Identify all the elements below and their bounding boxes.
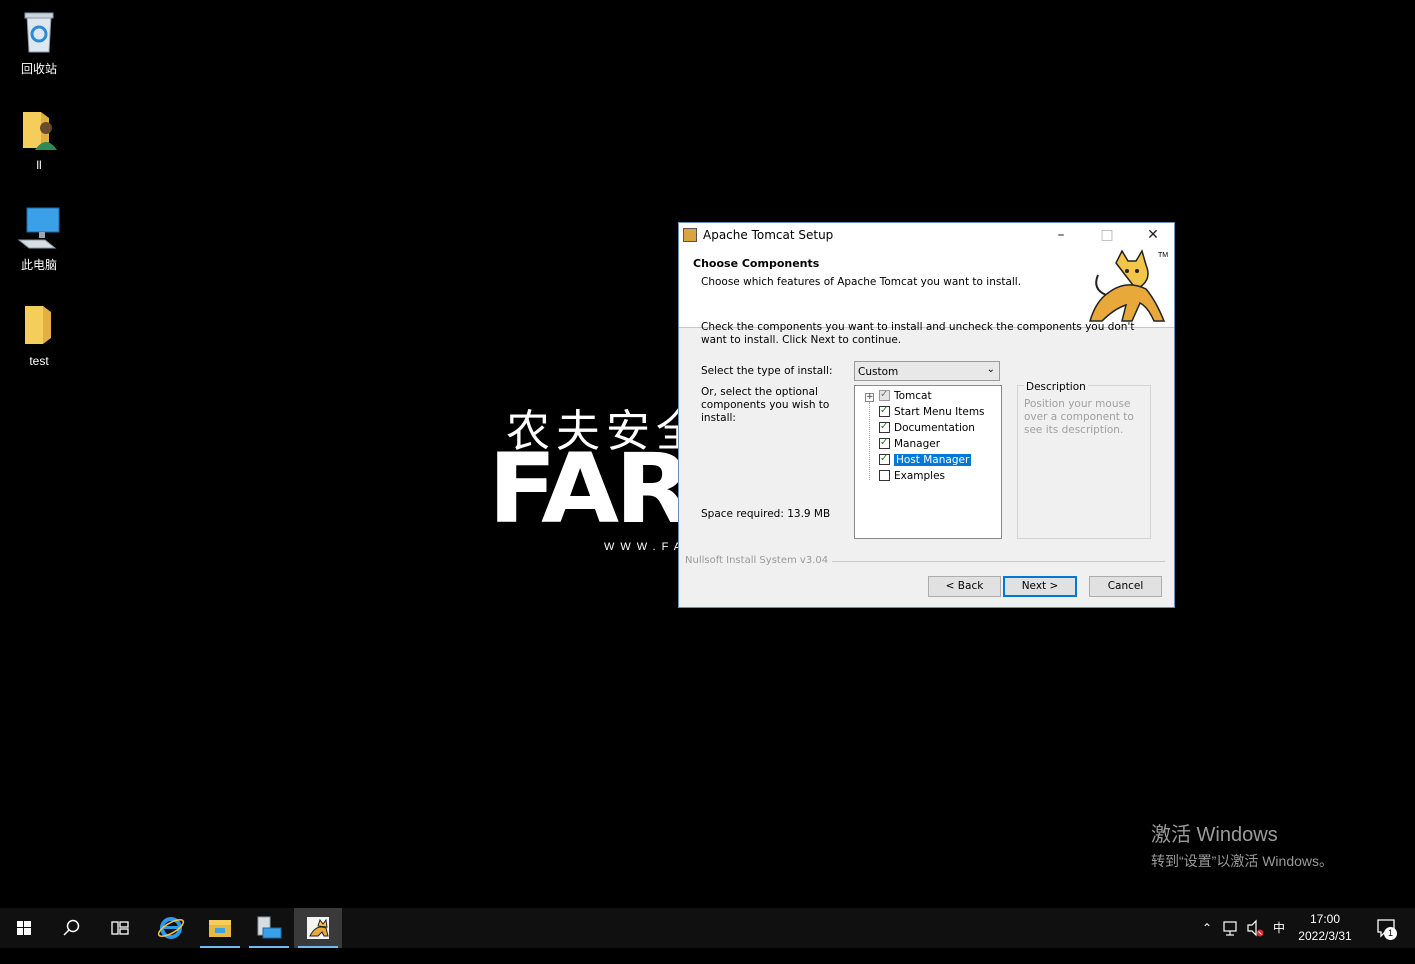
expand-plus-icon[interactable]: +: [865, 393, 874, 402]
taskbar-file-explorer[interactable]: [196, 908, 244, 948]
activate-title: 激活 Windows: [1151, 824, 1278, 846]
action-center-button[interactable]: 1: [1368, 908, 1404, 948]
page-title: Choose Components: [693, 257, 820, 270]
component-label: Documentation: [894, 422, 975, 434]
optional-components-label: Or, select the optional components you w…: [701, 386, 830, 424]
cancel-button[interactable]: Cancel: [1089, 576, 1162, 597]
desktop-icon-label: test: [29, 354, 49, 368]
component-examples[interactable]: Examples: [879, 469, 945, 483]
checkbox[interactable]: [879, 452, 890, 466]
desktop-icon-recycle-bin[interactable]: 回收站: [4, 8, 74, 77]
network-icon[interactable]: [1220, 908, 1242, 948]
clock-date: 2022/3/31: [1298, 929, 1352, 943]
component-label: Manager: [894, 438, 941, 450]
component-documentation[interactable]: Documentation: [879, 420, 975, 435]
desktop-icon-label: 此电脑: [20, 258, 57, 272]
clock[interactable]: 17:00 2022/3/31: [1288, 911, 1362, 945]
folder-icon: [15, 302, 63, 350]
components-tree[interactable]: + Tomcat Start Menu Items Documentation …: [854, 385, 1002, 539]
page-subtitle: Choose which features of Apache Tomcat y…: [701, 276, 1022, 288]
component-label: Examples: [894, 470, 946, 482]
install-type-label: Select the type of install:: [701, 365, 833, 377]
page-header: Choose Components Choose which features …: [679, 247, 1174, 328]
component-label: Start Menu Items: [894, 406, 985, 418]
desktop-icon-label: 回收站: [20, 62, 57, 76]
tomcat-icon: [307, 917, 329, 939]
task-view-icon: [111, 921, 129, 935]
file-explorer-icon: [209, 920, 231, 937]
space-required: Space required: 13.9 MB: [701, 508, 831, 520]
chevron-down-icon: ⌄: [986, 364, 995, 375]
component-tomcat[interactable]: Tomcat: [879, 388, 932, 403]
taskbar-tomcat-setup[interactable]: [294, 908, 342, 948]
server-manager-icon: [257, 916, 282, 939]
show-hidden-icons-button[interactable]: ⌃: [1196, 908, 1218, 948]
start-button[interactable]: [0, 908, 48, 948]
tree-connector: [869, 402, 870, 480]
search-button[interactable]: [48, 908, 96, 948]
desktop-icon-test-folder[interactable]: test: [4, 302, 74, 368]
activate-subtitle: 转到“设置”以激活 Windows。: [1151, 853, 1334, 869]
minimize-button[interactable]: –: [1038, 223, 1084, 247]
instructions-text: Check the components you want to install…: [701, 321, 1135, 346]
taskbar-internet-explorer[interactable]: [147, 908, 195, 948]
computer-icon: [15, 204, 63, 252]
description-text: Position your mouse over a component to …: [1024, 398, 1134, 436]
install-type-value: Custom: [858, 366, 899, 378]
notification-count-badge: 1: [1384, 927, 1397, 940]
checkbox[interactable]: [879, 388, 890, 402]
title-bar[interactable]: Apache Tomcat Setup – □ ✕: [679, 223, 1174, 247]
close-button[interactable]: ✕: [1130, 223, 1176, 247]
component-label: Tomcat: [894, 390, 932, 402]
internet-explorer-icon: [157, 917, 185, 939]
wallpaper-url-text: WWW.FA: [604, 541, 688, 553]
windows-logo-icon: [17, 921, 31, 935]
next-button[interactable]: Next >: [1003, 576, 1077, 597]
checkbox[interactable]: [879, 420, 890, 434]
ime-indicator[interactable]: 中: [1268, 908, 1290, 948]
component-manager[interactable]: Manager: [879, 436, 941, 451]
desktop-icon-this-pc[interactable]: 此电脑: [4, 204, 74, 273]
back-button[interactable]: < Back: [928, 576, 1001, 597]
window-title: Apache Tomcat Setup: [703, 228, 834, 242]
recycle-bin-icon: [15, 8, 63, 56]
search-icon: [63, 919, 80, 936]
desktop-icon-label: ll: [36, 158, 42, 172]
description-legend: Description: [1024, 381, 1088, 393]
task-view-button[interactable]: [96, 908, 144, 948]
component-label: Host Manager: [894, 454, 972, 466]
description-box: Description Position your mouse over a c…: [1017, 381, 1151, 539]
checkbox[interactable]: [879, 470, 890, 481]
svg-text:TM: TM: [1158, 252, 1168, 259]
maximize-button[interactable]: □: [1084, 223, 1130, 247]
activate-windows-watermark: 激活 Windows 转到“设置”以激活 Windows。: [1151, 818, 1333, 871]
tomcat-logo-icon: TM: [1086, 249, 1168, 325]
clock-time: 17:00: [1309, 912, 1341, 926]
checkbox[interactable]: [879, 404, 890, 418]
volume-muted-icon[interactable]: [1244, 908, 1266, 948]
checkbox[interactable]: [879, 436, 890, 450]
component-host-manager[interactable]: Host Manager: [879, 452, 972, 467]
tomcat-app-icon: [683, 228, 697, 242]
user-folder-icon: [15, 106, 63, 154]
install-type-select[interactable]: Custom ⌄: [854, 361, 1000, 381]
taskbar-server-manager[interactable]: [245, 908, 293, 948]
component-start-menu-items[interactable]: Start Menu Items: [879, 404, 985, 419]
taskbar: ⌃ 中 17:00 2022/3/31 1: [0, 908, 1415, 948]
branding-text: Nullsoft Install System v3.04: [685, 555, 833, 566]
installer-window: Apache Tomcat Setup – □ ✕ Choose Compone…: [678, 222, 1175, 608]
desktop-icon-user-folder[interactable]: ll: [4, 106, 74, 172]
